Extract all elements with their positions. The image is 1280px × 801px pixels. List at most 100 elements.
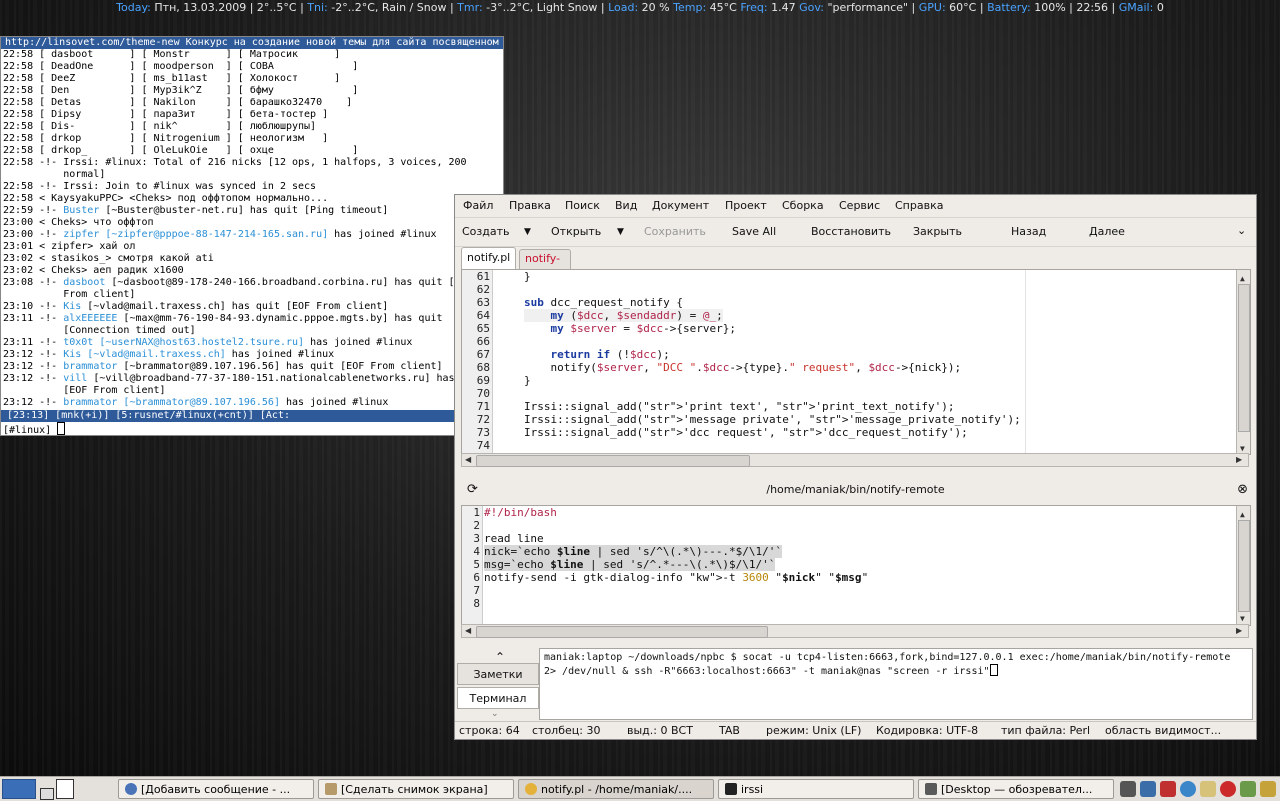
menu-service[interactable]: Сервис <box>839 199 880 212</box>
log-line: 23:00 < Cheks> что оффтоп <box>3 217 154 228</box>
back-button[interactable]: Назад <box>1011 225 1046 238</box>
code-line: 74 <box>462 439 1222 452</box>
scroll-right-icon[interactable]: ▶ <box>1236 626 1242 635</box>
log-line: 22:58 -!- Irssi: Join to #linux was sync… <box>3 181 317 192</box>
line-number: 67 <box>476 348 490 361</box>
vertical-scrollbar[interactable]: ▲ ▼ <box>1236 506 1250 625</box>
forward-button[interactable]: Далее <box>1089 225 1125 238</box>
open-button[interactable]: Открыть <box>551 225 601 238</box>
reload-icon[interactable]: ⟳ <box>467 477 478 503</box>
tomorrow-value: -3°..2°C, Light Snow | <box>482 1 605 14</box>
panel-down-icon[interactable]: ⌄ <box>491 709 499 719</box>
desktop-1-icon[interactable] <box>40 788 54 800</box>
log-line: 23:01 < zipfer> хай ол <box>3 241 136 252</box>
code-editor-notify-remote[interactable]: 1 #!/bin/bash 2 3 read line 4 nick=`echo $line… <box>461 505 1251 626</box>
log-line: normal] <box>3 169 106 180</box>
code-line: 68 notify($server, "DCC ".$dcc->{type}."… <box>462 361 1222 374</box>
close-button[interactable]: Закрыть <box>913 225 962 238</box>
menu-project[interactable]: Проект <box>725 199 767 212</box>
log-line: 23:02 < stasikos_> смотря какой ati <box>3 253 214 264</box>
code-text: read line <box>484 532 544 545</box>
scroll-left-icon[interactable]: ◀ <box>465 455 471 464</box>
gmail-value: 0 <box>1153 1 1164 14</box>
code-editor-notify-pl[interactable]: 61} 62 63 sub dcc_request_notify {64 my ($d… <box>461 269 1251 455</box>
task-screenshot[interactable]: [Сделать снимок экрана] <box>318 779 514 799</box>
irssi-input-line[interactable]: [#linux] <box>1 422 66 436</box>
gpu-label: GPU: <box>915 1 946 14</box>
scrollbar-thumb[interactable] <box>476 455 750 467</box>
tab-notify-pl[interactable]: notify.pl <box>461 247 517 269</box>
line-number: 70 <box>476 387 490 400</box>
gpu-value: 60°C | <box>945 1 984 14</box>
status-scope: область видимост... <box>1105 724 1222 737</box>
create-button[interactable]: Создать <box>462 225 510 238</box>
irssi-terminal-window[interactable]: http://linsovet.com/theme-new Конкурс на… <box>0 36 504 436</box>
menu-view[interactable]: Вид <box>615 199 637 212</box>
line-number: 68 <box>476 361 490 374</box>
open-dropdown-icon[interactable]: ▼ <box>617 227 624 237</box>
terminal-button[interactable]: Терминал <box>457 687 539 709</box>
create-dropdown-icon[interactable]: ▼ <box>524 227 531 237</box>
save-button[interactable]: Сохранить <box>644 225 706 238</box>
menu-bar: Файл Правка Поиск Вид Документ Проект Сб… <box>455 195 1256 217</box>
menu-file[interactable]: Файл <box>463 199 493 212</box>
load-value: 20 % <box>638 1 674 14</box>
menu-document[interactable]: Документ <box>652 199 709 212</box>
log-line: [EOF From client] <box>3 385 166 396</box>
scrollbar-thumb[interactable] <box>1238 284 1250 432</box>
tab-notify-remote[interactable]: notify-remote <box>519 249 571 283</box>
clipboard-icon[interactable] <box>1200 781 1216 797</box>
code-text: msg=`echo $line | sed 's/^.*---\(.*\)$/\… <box>484 558 776 571</box>
today-value: Птн, 13.03.2009 | 2°..5°C | <box>150 1 304 14</box>
task-firefox[interactable]: [Добавить сообщение - ... <box>118 779 314 799</box>
restore-button[interactable]: Восстановить <box>811 225 891 238</box>
embedded-terminal[interactable]: maniak:laptop ~/downloads/npbc $ socat -… <box>539 648 1253 720</box>
menu-search[interactable]: Поиск <box>565 199 600 212</box>
panel-up-icon[interactable]: ⌃ <box>495 650 505 664</box>
task-dolphin[interactable]: [Desktop — обозревател... <box>918 779 1114 799</box>
menu-help[interactable]: Справка <box>895 199 943 212</box>
code-line: 64 my ($dcc, $sendaddr) = @_; <box>462 309 1222 322</box>
menu-edit[interactable]: Правка <box>509 199 551 212</box>
log-line: 23:08 -!- dasboot [~dasboot@89-178-240-1… <box>3 277 455 288</box>
nick: Kis <box>63 301 82 312</box>
code-text: sub dcc_request_notify { <box>524 296 683 309</box>
network-icon[interactable] <box>1120 781 1136 797</box>
vertical-scrollbar[interactable]: ▲ ▼ <box>1236 270 1250 454</box>
line-number: 61 <box>476 270 490 283</box>
scroll-left-icon[interactable]: ◀ <box>465 626 471 635</box>
menu-build[interactable]: Сборка <box>782 199 824 212</box>
freq-label: Freq: <box>736 1 768 14</box>
nicklist-line: 22:58 [ DeeZ ] [ ms_b11ast ] [ Холокост … <box>3 73 341 84</box>
power-icon[interactable] <box>1220 781 1236 797</box>
mail-icon[interactable] <box>1160 781 1176 797</box>
code-line: 66 <box>462 335 1222 348</box>
task-irssi[interactable]: irssi <box>718 779 914 799</box>
status-column: столбец: 30 <box>532 724 601 737</box>
notes-button[interactable]: Заметки <box>457 663 539 685</box>
nick: dasboot <box>63 277 106 288</box>
desktop-2-icon[interactable] <box>56 779 74 799</box>
log-line: 23:02 < Cheks> аеп радик х1600 <box>3 265 184 276</box>
code-text: Irssi::signal_add("str">'dcc request', "… <box>524 426 968 439</box>
toolbar-overflow-icon[interactable]: ⌄ <box>1237 224 1246 237</box>
nick-list: 22:58 [ dasboot ] [ Monstr ] [ Матросик … <box>1 49 503 157</box>
close-pane-icon[interactable]: ⊗ <box>1237 477 1248 503</box>
battery-icon[interactable] <box>1240 781 1256 797</box>
monitor-icon[interactable] <box>1140 781 1156 797</box>
start-menu-icon[interactable] <box>2 779 36 799</box>
lock-icon[interactable] <box>1260 781 1276 797</box>
editor-status-bar: строка: 64 столбец: 30 выд.: 0 ВСТ TAB р… <box>455 721 1256 740</box>
save-all-button[interactable]: Save All <box>732 225 776 238</box>
code-line: 72 Irssi::signal_add("str">'message priva… <box>462 413 1222 426</box>
kate-editor-window[interactable]: Файл Правка Поиск Вид Документ Проект Сб… <box>454 194 1257 740</box>
drop-icon[interactable] <box>1180 781 1196 797</box>
horizontal-scrollbar[interactable]: ◀ ▶ <box>461 453 1249 467</box>
scroll-right-icon[interactable]: ▶ <box>1236 455 1242 464</box>
channel-prompt: [#linux] <box>3 425 58 436</box>
status-mode: режим: Unix (LF) <box>766 724 862 737</box>
task-kate[interactable]: notify.pl - /home/maniak/.... <box>518 779 714 799</box>
scrollbar-thumb[interactable] <box>1238 520 1250 612</box>
horizontal-scrollbar[interactable]: ◀ ▶ <box>461 624 1249 638</box>
scrollbar-thumb[interactable] <box>476 626 768 638</box>
